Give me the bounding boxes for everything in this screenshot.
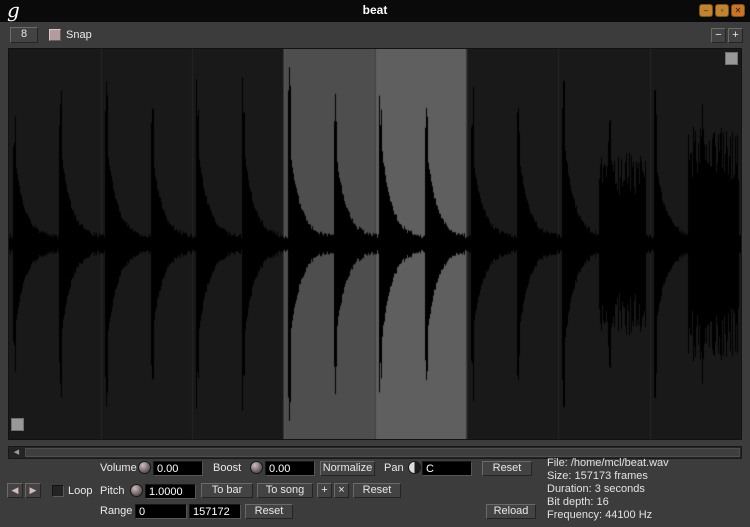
info-size: Size: 157173 frames <box>547 470 648 482</box>
volume-knob[interactable] <box>138 461 151 474</box>
selection-handle-bottom-icon[interactable] <box>11 418 24 431</box>
selection-handle-top-icon[interactable] <box>725 52 738 65</box>
waveform-canvas[interactable] <box>9 49 741 439</box>
pan-reset-button[interactable]: Reset <box>482 461 532 476</box>
next-button[interactable]: ▶ <box>25 483 41 498</box>
close-button[interactable]: ✕ <box>731 4 745 17</box>
snap-label: Snap <box>66 29 92 41</box>
pitch-knob[interactable] <box>130 484 143 497</box>
volume-label: Volume <box>100 462 137 474</box>
snap-checkbox[interactable] <box>49 29 61 41</box>
pitch-label: Pitch <box>100 485 125 497</box>
pitch-add-button[interactable]: + <box>317 483 332 498</box>
file-info: File: /home/mcl/beat.wav Size: 157173 fr… <box>547 457 669 522</box>
pitch-multiply-button[interactable]: × <box>334 483 349 498</box>
prev-button[interactable]: ◀ <box>7 483 23 498</box>
zoom-in-button[interactable]: + <box>728 28 743 43</box>
maximize-button[interactable]: ▫ <box>715 4 729 17</box>
info-duration: Duration: 3 seconds <box>547 483 645 495</box>
boost-knob[interactable] <box>250 461 263 474</box>
titlebar: g beat – ▫ ✕ <box>0 0 750 22</box>
range-end-input[interactable] <box>189 504 241 519</box>
loop-checkbox[interactable] <box>52 485 64 497</box>
zoom-out-button[interactable]: − <box>711 28 726 43</box>
scroll-left-icon[interactable]: ◀ <box>10 447 23 458</box>
reload-button[interactable]: Reload <box>486 504 536 519</box>
boost-label: Boost <box>213 462 242 474</box>
info-file: File: /home/mcl/beat.wav <box>547 457 669 469</box>
normalize-button[interactable]: Normalize <box>320 461 375 476</box>
pitch-reset-button[interactable]: Reset <box>353 483 401 498</box>
waveform-display[interactable] <box>8 48 742 440</box>
pitch-input[interactable] <box>145 484 196 499</box>
info-frequency: Frequency: 44100 Hz <box>547 509 653 521</box>
pan-input[interactable] <box>422 461 472 476</box>
pan-knob[interactable] <box>408 461 421 474</box>
range-start-input[interactable] <box>135 504 187 519</box>
window-title: beat <box>362 3 388 17</box>
scrollbar-handle[interactable] <box>25 448 740 457</box>
to-song-button[interactable]: To song <box>257 483 313 498</box>
info-bit-depth: Bit depth: 16 <box>547 496 609 508</box>
loop-label: Loop <box>68 485 93 497</box>
boost-input[interactable] <box>265 461 315 476</box>
minimize-button[interactable]: – <box>699 4 713 17</box>
volume-input[interactable] <box>153 461 203 476</box>
range-label: Range <box>100 505 133 517</box>
to-bar-button[interactable]: To bar <box>201 483 253 498</box>
range-reset-button[interactable]: Reset <box>245 504 293 519</box>
pan-label: Pan <box>384 462 404 474</box>
grid-size-button[interactable]: 8 <box>10 27 38 43</box>
